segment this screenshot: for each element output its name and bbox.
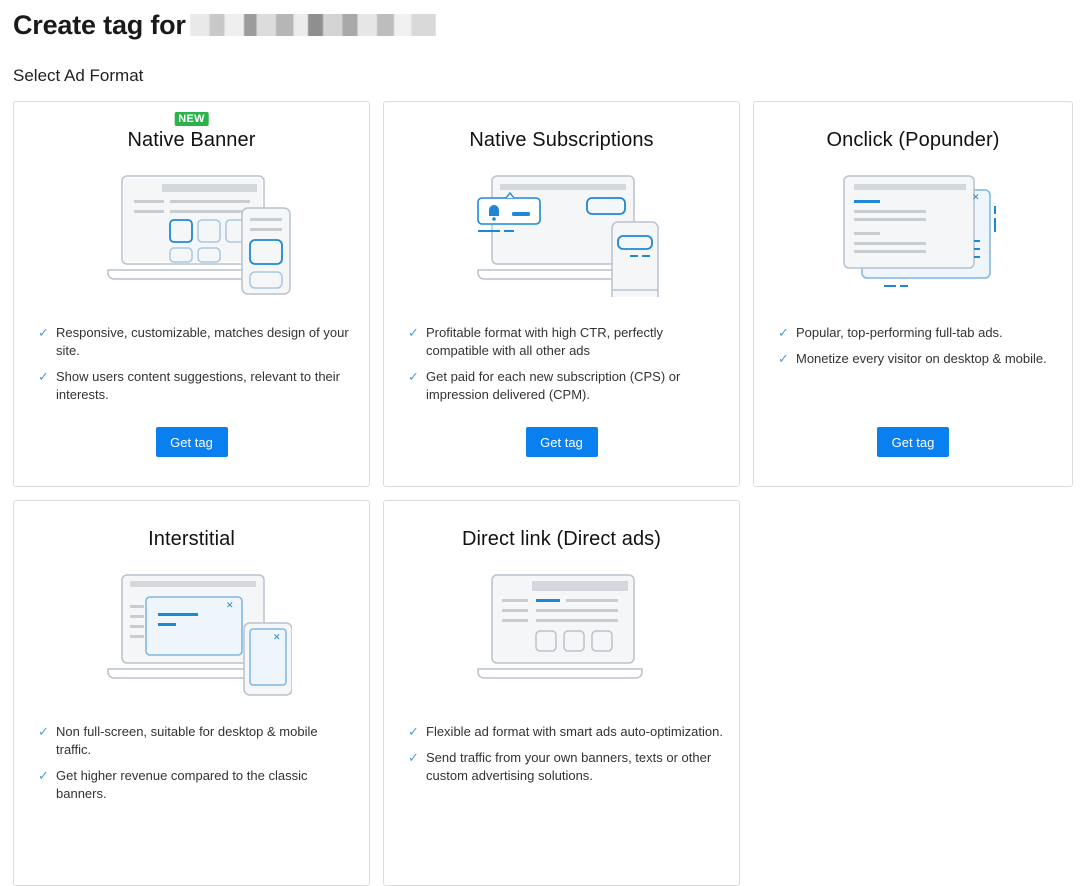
check-icon: ✓ xyxy=(408,325,419,340)
feature-item: ✓ Responsive, customizable, matches desig… xyxy=(38,325,349,358)
check-icon: ✓ xyxy=(38,768,49,783)
card-interstitial: Interstitial ✕ ✕ ✓ Non full-screen, suita… xyxy=(13,500,370,886)
page-title-text: Create tag for xyxy=(13,9,186,40)
feature-item: ✓ Send traffic from your own banners, tex… xyxy=(408,750,712,783)
get-tag-button-native-banner[interactable]: Get tag xyxy=(155,427,228,457)
get-tag-button-native-subscriptions[interactable]: Get tag xyxy=(525,427,598,457)
check-icon: ✓ xyxy=(778,351,789,366)
feature-list: ✓ Flexible ad format with smart ads auto-… xyxy=(408,723,723,793)
card-popunder: Onclick (Popunder) ✕ ✓ Popular, top-perfo… xyxy=(753,101,1073,487)
card-title: Native Banner xyxy=(127,129,256,151)
svg-text:✕: ✕ xyxy=(972,192,980,202)
feature-list: ✓ Popular, top-performing full-tab ads. ✓… xyxy=(778,324,1056,376)
svg-text:✕: ✕ xyxy=(273,632,281,642)
feature-list: ✓ Profitable format with high CTR, perfec… xyxy=(408,324,723,412)
check-icon: ✓ xyxy=(408,369,419,384)
section-label: Select Ad Format xyxy=(13,66,144,85)
card-title: Onclick (Popunder) xyxy=(826,129,1000,151)
get-tag-button-popunder[interactable]: Get tag xyxy=(877,427,949,457)
popunder-illustration: ✕ xyxy=(843,175,996,287)
card-native-banner: NEW Native Banner ✓ Responsive, customiza… xyxy=(13,101,370,487)
feature-item: ✓ Get higher revenue compared to the clas… xyxy=(38,768,308,801)
feature-item: ✓ Flexible ad format with smart ads auto-… xyxy=(408,724,723,739)
redacted-site-name xyxy=(189,8,436,42)
check-icon: ✓ xyxy=(38,369,49,384)
feature-list: ✓ Non full-screen, suitable for desktop &… xyxy=(38,723,353,811)
card-direct-link: Direct link (Direct ads) ✓ Flexible ad fo… xyxy=(383,500,740,886)
check-icon: ✓ xyxy=(408,750,419,765)
direct-link-illustration xyxy=(477,574,643,679)
check-icon: ✓ xyxy=(408,724,419,739)
feature-item: ✓ Popular, top-performing full-tab ads. xyxy=(778,325,1003,340)
native-banner-illustration xyxy=(107,175,291,295)
feature-item: ✓ Monetize every visitor on desktop & mob… xyxy=(778,351,1047,366)
svg-text:✕: ✕ xyxy=(226,600,234,610)
feature-item: ✓ Show users content suggestions, relevan… xyxy=(38,369,340,402)
feature-item: ✓ Profitable format with high CTR, perfec… xyxy=(408,325,663,358)
check-icon: ✓ xyxy=(38,325,49,340)
native-subscriptions-illustration xyxy=(477,175,659,297)
check-icon: ✓ xyxy=(778,325,789,340)
card-native-subscriptions: Native Subscriptions ✓ Profitable format … xyxy=(383,101,740,487)
card-title: Direct link (Direct ads) xyxy=(461,528,662,550)
feature-list: ✓ Responsive, customizable, matches desig… xyxy=(38,324,353,412)
new-badge: NEW xyxy=(174,112,209,126)
card-title: Interstitial xyxy=(148,528,235,550)
check-icon: ✓ xyxy=(38,724,49,739)
page-title: Create tag for xyxy=(13,8,436,42)
interstitial-illustration: ✕ ✕ xyxy=(107,574,292,696)
feature-item: ✓ Non full-screen, suitable for desktop &… xyxy=(38,724,318,757)
feature-item: ✓ Get paid for each new subscription (CPS… xyxy=(408,369,681,402)
card-title: Native Subscriptions xyxy=(469,129,654,151)
